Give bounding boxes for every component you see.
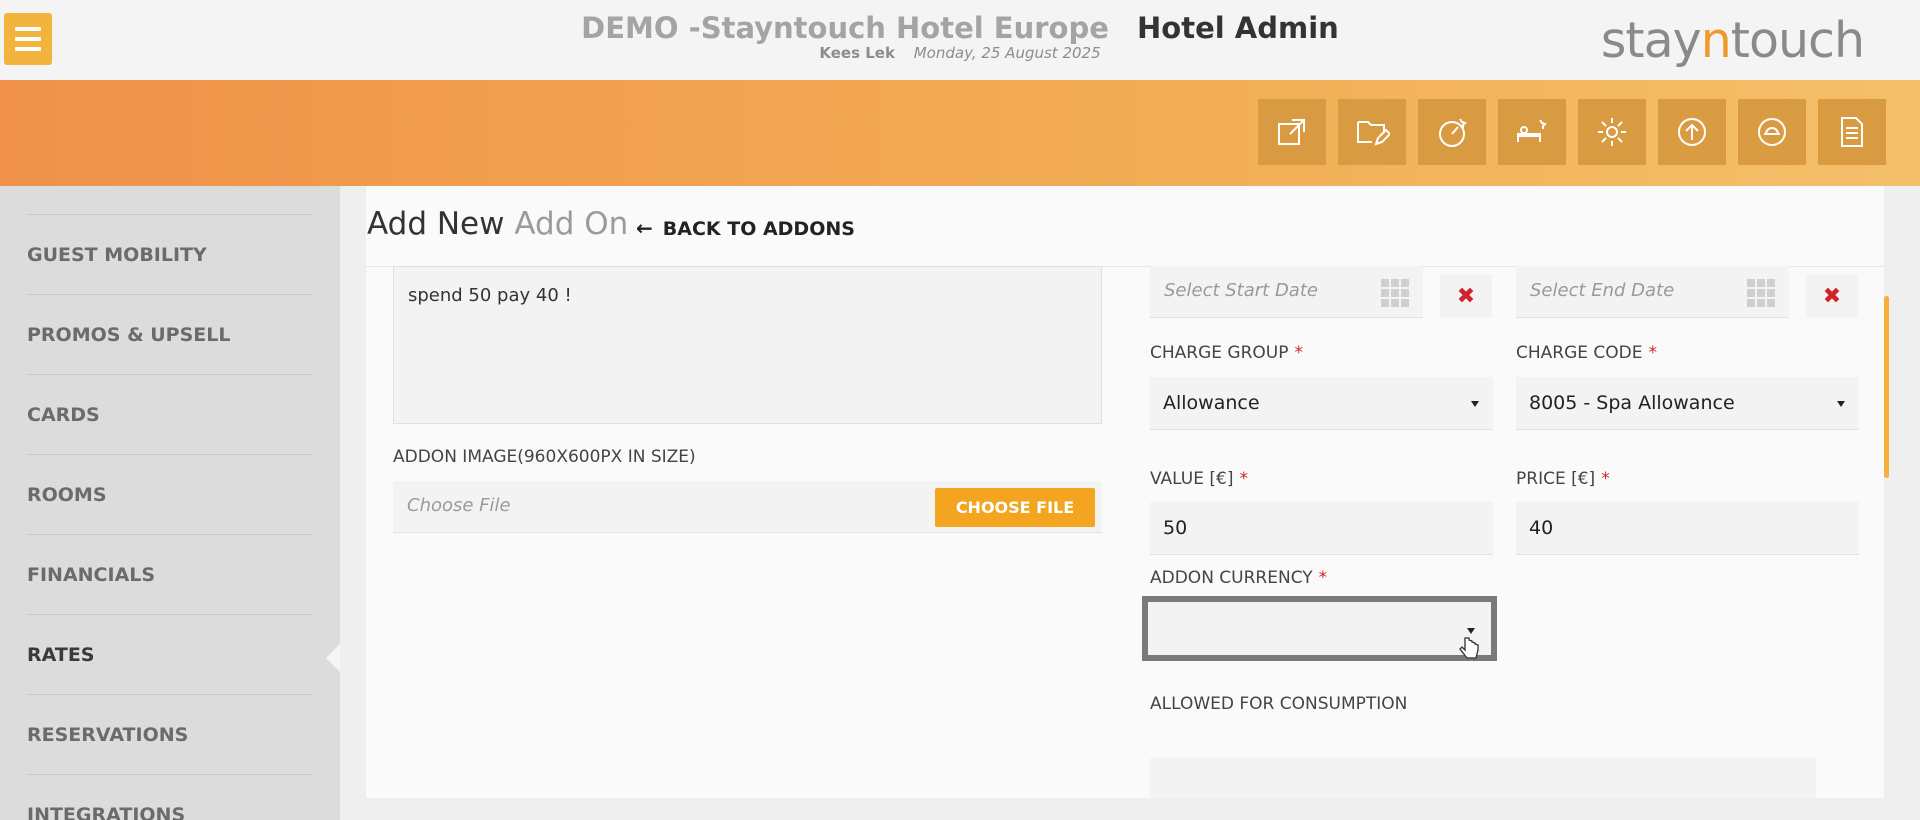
addon-image-label: ADDON IMAGE(960X600PX IN SIZE) [393, 447, 696, 467]
description-textarea[interactable]: spend 50 pay 40 ! [393, 266, 1102, 424]
price-input[interactable]: 40 [1516, 502, 1859, 555]
settings-gear-icon [1598, 118, 1626, 146]
caret-down-icon [1471, 401, 1479, 407]
scrollbar-thumb[interactable] [1884, 296, 1889, 478]
housekeeping-icon [1517, 119, 1547, 142]
sidebar-item-cards[interactable]: CARDS [27, 374, 313, 454]
back-to-addons-link[interactable]: ← BACK TO ADDONS [636, 216, 855, 240]
document-icon [1841, 117, 1863, 147]
settings-button[interactable] [1578, 99, 1646, 165]
addon-currency-select[interactable] [1142, 596, 1497, 661]
choose-file-button[interactable]: CHOOSE FILE [935, 488, 1095, 527]
active-indicator-arrow [326, 644, 340, 672]
folder-edit-icon [1357, 121, 1390, 146]
sidebar-item-rooms[interactable]: ROOMS [27, 454, 313, 534]
arrow-left-icon: ← [636, 216, 653, 240]
business-date: Monday, 25 August 2025 [913, 44, 1101, 62]
caret-down-icon [1467, 628, 1475, 634]
hotel-name: DEMO -Stayntouch Hotel Europe [581, 11, 1109, 45]
consumption-label: ALLOWED FOR CONSUMPTION [1150, 694, 1408, 714]
stayntouch-logo: stayntouch [1600, 12, 1865, 69]
room-service-icon [1758, 118, 1786, 146]
sidebar-item-reservations[interactable]: RESERVATIONS [27, 694, 313, 774]
end-date-field[interactable]: Select End Date [1516, 266, 1789, 318]
dashboard-icon [1439, 118, 1467, 147]
hand-cursor-icon [1459, 637, 1479, 659]
charge-code-label: CHARGE CODE * [1516, 343, 1657, 363]
currency-label: ADDON CURRENCY * [1150, 568, 1328, 588]
top-header: DEMO -Stayntouch Hotel Europe Hotel Admi… [0, 0, 1920, 80]
calendar-grid-icon [1381, 279, 1409, 307]
sidebar-item-guest-mobility[interactable]: GUEST MOBILITY [27, 214, 313, 294]
open-external-button[interactable] [1258, 99, 1326, 165]
page-title: Add New Add On [367, 206, 629, 242]
sidebar: GUEST MOBILITY PROMOS & UPSELL CARDS ROO… [0, 186, 340, 820]
document-button[interactable] [1818, 99, 1886, 165]
folder-edit-button[interactable] [1338, 99, 1406, 165]
file-placeholder: Choose File [407, 495, 511, 516]
open-external-icon [1278, 119, 1305, 145]
sidebar-item-rates[interactable]: RATES [27, 614, 313, 694]
calendar-grid-icon [1747, 279, 1775, 307]
value-label: VALUE [€] * [1150, 469, 1248, 489]
upload-icon [1678, 118, 1706, 146]
charge-code-select[interactable]: 8005 - Spa Allowance [1516, 377, 1859, 430]
clear-end-date-button[interactable]: ✖ [1806, 274, 1858, 318]
section-name: Hotel Admin [1137, 11, 1339, 45]
value-input[interactable]: 50 [1150, 502, 1493, 555]
charge-group-select[interactable]: Allowance [1150, 377, 1493, 430]
consumption-field[interactable] [1150, 758, 1816, 798]
charge-group-label: CHARGE GROUP * [1150, 343, 1303, 363]
clear-start-date-button[interactable]: ✖ [1440, 274, 1492, 318]
room-service-button[interactable] [1738, 99, 1806, 165]
price-label: PRICE [€] * [1516, 469, 1610, 489]
start-date-field[interactable]: Select Start Date [1150, 266, 1423, 318]
housekeeping-button[interactable] [1498, 99, 1566, 165]
sidebar-item-financials[interactable]: FINANCIALS [27, 534, 313, 614]
sidebar-item-promos-upsell[interactable]: PROMOS & UPSELL [27, 294, 313, 374]
user-name: Kees Lek [819, 44, 895, 62]
upload-button[interactable] [1658, 99, 1726, 165]
dashboard-button[interactable] [1418, 99, 1486, 165]
sidebar-item-integrations[interactable]: INTEGRATIONS [27, 774, 313, 820]
caret-down-icon [1837, 401, 1845, 407]
